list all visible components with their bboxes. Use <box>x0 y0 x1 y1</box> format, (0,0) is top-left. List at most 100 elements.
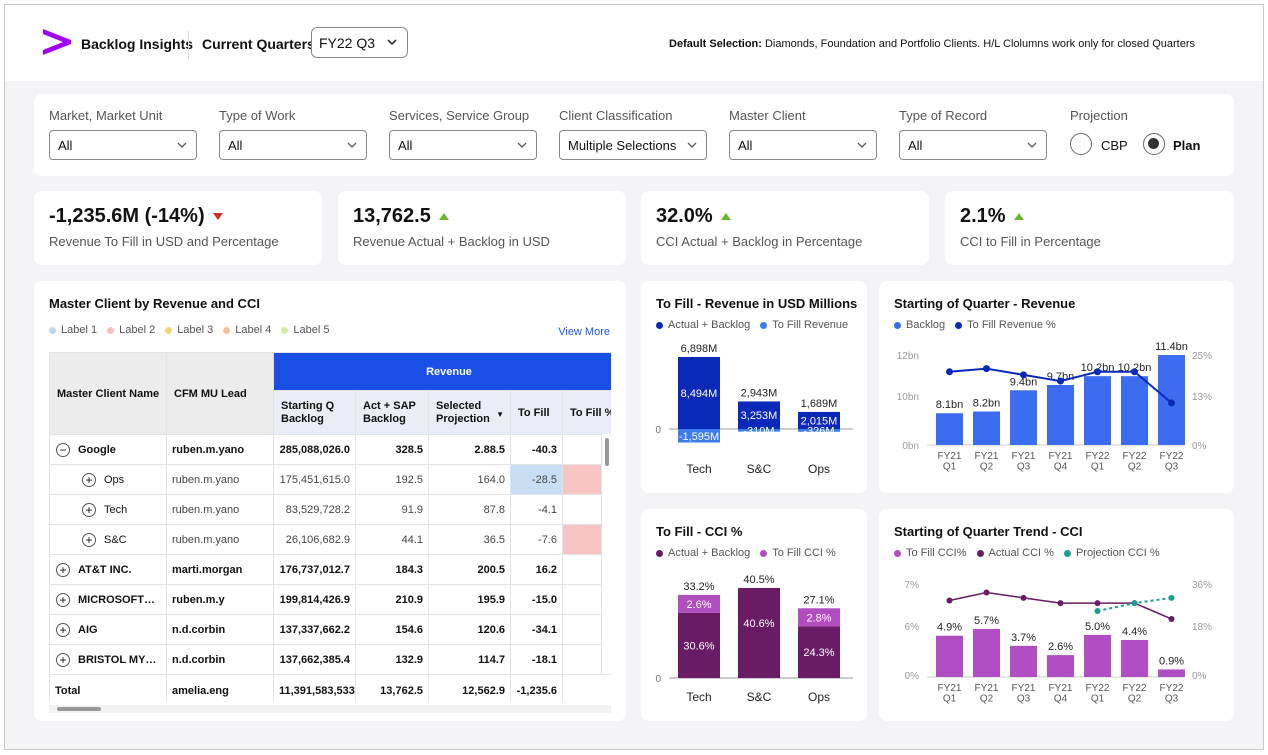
x-tick-label: S&C <box>747 690 772 704</box>
filter-dropdown[interactable]: All <box>49 130 197 160</box>
y-right-tick-label: 0% <box>1192 671 1207 682</box>
label-legend-item: Label 2 <box>107 324 155 336</box>
cell-client-name: − Google <box>49 434 167 465</box>
bar-value-label: 2.8% <box>806 612 831 624</box>
line-point <box>1094 608 1101 615</box>
cell-to-fill: -15.0 <box>510 584 563 615</box>
table-row[interactable]: + AIG n.d.corbin 137,337,662.2 154.6 120.… <box>49 614 611 645</box>
header-selected-projection[interactable]: Selected Projection ▼ <box>428 390 511 435</box>
line-point <box>1020 371 1027 379</box>
kpi-card: 2.1% CCI to Fill in Percentage <box>945 191 1234 265</box>
filter-dropdown[interactable]: All <box>899 130 1047 160</box>
line-point <box>1094 600 1101 607</box>
bar-to-fill-cci <box>1121 639 1148 677</box>
header-cfm-mu-lead[interactable]: CFM MU Lead <box>166 352 274 435</box>
horizontal-scrollbar[interactable] <box>49 705 611 713</box>
y-tick-label: 0 <box>655 425 661 436</box>
x-tick-label: FY21 Q1 <box>938 451 962 473</box>
table-row[interactable]: + Tech ruben.m.yano 83,529,728.2 91.9 87.… <box>49 494 611 525</box>
bar-backlog <box>1121 376 1148 445</box>
y-left-tick-label: 0% <box>905 671 920 682</box>
bar-backlog <box>936 413 963 445</box>
bar-total-label: 2,943M <box>741 387 778 399</box>
cell-to-fill: -18.1 <box>510 644 563 675</box>
collapse-icon[interactable]: − <box>56 442 70 457</box>
table-row[interactable]: + BRISTOL MY… n.d.corbin 137,662,385.4 13… <box>49 644 611 675</box>
kpi-card: -1,235.6M (-14%) Revenue To Fill in USD … <box>34 191 322 265</box>
table-row[interactable]: + AT&T INC. marti.morgan 176,737,012.7 18… <box>49 554 611 585</box>
expand-icon[interactable]: + <box>56 622 70 637</box>
line-point <box>1131 368 1138 376</box>
expand-icon[interactable]: + <box>56 652 70 667</box>
quarter-select-value: FY22 Q3 <box>319 35 376 51</box>
vertical-scrollbar[interactable] <box>601 434 611 674</box>
line-point <box>946 597 953 604</box>
table-card-title: Master Client by Revenue and CCI <box>49 296 260 311</box>
kpi-value-row: 2.1% <box>960 205 1024 228</box>
cbp-radio[interactable] <box>1070 133 1092 155</box>
kpi-card: 13,762.5 Revenue Actual + Backlog in USD <box>338 191 626 265</box>
header-to-fill[interactable]: To Fill <box>510 390 563 435</box>
filter-label: Type of Record <box>899 108 988 123</box>
y-right-tick-label: 25% <box>1192 351 1212 362</box>
kpi-value: 13,762.5 <box>353 205 431 227</box>
filter-dropdown[interactable]: All <box>389 130 537 160</box>
filter-value: All <box>58 138 73 153</box>
x-tick-label: FY22 Q2 <box>1123 683 1147 705</box>
starting-quarter-revenue-chart: 12bn 10bn 0bn 25% 13% 0% 8.1bn FY21 Q1 8.2bn FY21 Q… <box>897 341 1212 473</box>
vertical-scrollbar-thumb[interactable] <box>605 438 609 466</box>
expand-icon[interactable]: + <box>56 562 70 577</box>
table-row[interactable]: − Google ruben.m.yano 285,088,026.0 328.5… <box>49 434 611 465</box>
sort-caret-icon[interactable]: ▼ <box>496 408 504 421</box>
horizontal-scrollbar-thumb[interactable] <box>57 707 101 711</box>
bar-total-label: 1,689M <box>801 398 838 410</box>
filter-dropdown[interactable]: All <box>219 130 367 160</box>
header-act-sap-backlog[interactable]: Act + SAP Backlog <box>355 390 429 435</box>
plan-radio[interactable] <box>1143 133 1165 155</box>
cell-starting-backlog: 176,737,012.7 <box>273 554 356 585</box>
bar-to-fill-cci <box>936 635 963 677</box>
cell-act-sap-backlog: 184.3 <box>355 554 429 585</box>
header-master-client-name[interactable]: Master Client Name <box>49 352 167 435</box>
cell-starting-backlog: 285,088,026.0 <box>273 434 356 465</box>
cell-act-sap-backlog: 328.5 <box>355 434 429 465</box>
client-name: AIG <box>78 623 98 636</box>
expand-icon[interactable]: + <box>82 532 96 547</box>
table-row[interactable]: + S&C ruben.m.yano 26,106,682.9 44.1 36.5… <box>49 524 611 555</box>
x-tick-label: FY21 Q3 <box>1012 683 1036 705</box>
bar-to-fill-cci <box>1158 669 1185 677</box>
expand-icon[interactable]: + <box>82 502 96 517</box>
filter-value: Multiple Selections <box>568 138 677 153</box>
cell-act-sap-backlog: 192.5 <box>355 464 429 495</box>
chevron-down-icon <box>1027 142 1037 148</box>
default-selection-text: Diamonds, Foundation and Portfolio Clien… <box>764 38 1195 50</box>
line-point <box>1094 368 1101 376</box>
view-more-link[interactable]: View More <box>558 326 610 338</box>
table-row[interactable]: + Ops ruben.m.yano 175,451,615.0 192.5 16… <box>49 464 611 495</box>
chevron-down-icon <box>347 142 357 148</box>
label-legend-item: Label 4 <box>223 324 271 336</box>
client-name: Tech <box>104 503 128 516</box>
line-point <box>1168 399 1175 407</box>
x-tick-label: Ops <box>808 690 830 704</box>
filter-label: Services, Service Group <box>389 108 530 123</box>
to-fill-cci-chart: 0 30.6% 2.6% 33.2% Tech 40.6% 40.5% S&C 24.3% 2.8… <box>655 574 853 704</box>
cell-starting-backlog: 137,662,385.4 <box>273 644 356 675</box>
header-to-fill-pct[interactable]: To Fill % <box>562 390 611 435</box>
filter-dropdown[interactable]: Multiple Selections <box>559 130 707 160</box>
default-selection-label: Default Selection: <box>669 38 762 50</box>
cell-starting-backlog: 11,391,583,533 <box>273 674 356 702</box>
expand-icon[interactable]: + <box>82 472 96 487</box>
bar-to-fill-cci <box>1084 634 1111 677</box>
quarter-select[interactable]: FY22 Q3 <box>311 27 408 58</box>
filter-dropdown[interactable]: All <box>729 130 877 160</box>
cell-act-sap-backlog: 132.9 <box>355 644 429 675</box>
header-starting-q-backlog[interactable]: Starting Q Backlog <box>273 390 356 435</box>
kpi-value: 32.0% <box>656 205 713 227</box>
header-revenue-group: Revenue <box>273 352 611 391</box>
app-name: Backlog Insights <box>81 36 194 52</box>
client-name: AT&T INC. <box>78 563 132 576</box>
expand-icon[interactable]: + <box>56 592 70 607</box>
table-row[interactable]: + MICROSOFT… ruben.m.y 199,814,426.9 210.… <box>49 584 611 615</box>
chevron-down-icon <box>177 142 187 148</box>
